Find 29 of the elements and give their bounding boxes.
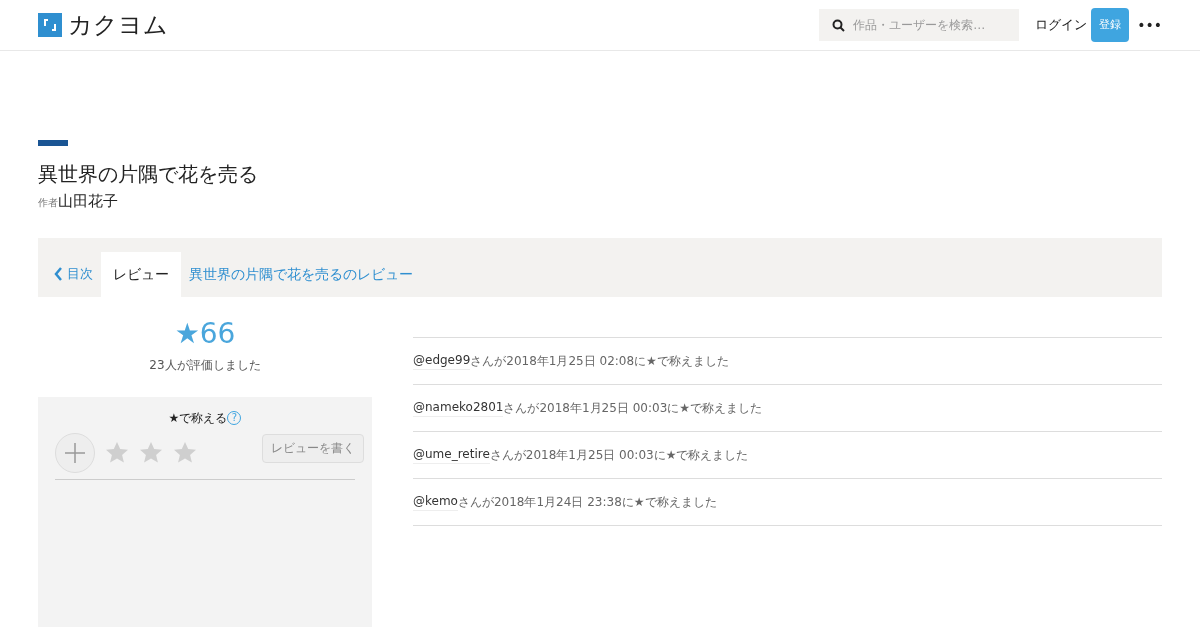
author-link[interactable]: 山田花子 bbox=[58, 190, 118, 213]
user-link[interactable]: @edge99 bbox=[413, 351, 471, 370]
star-icon[interactable] bbox=[139, 440, 163, 465]
site-logo[interactable]: カクヨム bbox=[68, 13, 168, 37]
plus-icon bbox=[65, 442, 85, 463]
logo-icon bbox=[38, 13, 62, 37]
review-text: さんが2018年1月25日 00:03に★で称えました bbox=[489, 446, 749, 464]
author-label: 作者 bbox=[38, 197, 58, 210]
accent-bar bbox=[38, 140, 68, 146]
star-score: ★66 bbox=[174, 319, 236, 348]
panel-title: ★で称える bbox=[168, 409, 228, 427]
user-link[interactable]: @kemo bbox=[413, 492, 458, 511]
chevron-left-icon bbox=[54, 266, 63, 281]
user-link[interactable]: @ume_retire bbox=[413, 445, 490, 464]
reviews-tab[interactable]: レビュー bbox=[101, 251, 181, 297]
menu-button[interactable]: ••• bbox=[1137, 18, 1162, 32]
work-title[interactable]: 異世界の片隅で花を売る bbox=[38, 161, 1162, 187]
star-rating[interactable] bbox=[105, 440, 197, 465]
review-text: さんが2018年1月25日 02:08に★で称えました bbox=[470, 352, 729, 370]
review-text: さんが2018年1月25日 00:03に★で称えました bbox=[503, 399, 763, 417]
review-text: さんが2018年1月24日 23:38に★で称えました bbox=[457, 493, 717, 511]
star-icon[interactable] bbox=[173, 440, 197, 465]
user-link[interactable]: @nameko2801 bbox=[413, 398, 504, 417]
login-link[interactable]: ログイン bbox=[1035, 15, 1088, 35]
rating-count: 23人が評価しました bbox=[149, 356, 261, 374]
add-button[interactable] bbox=[55, 432, 95, 473]
search-icon bbox=[832, 19, 846, 32]
star-icon[interactable] bbox=[105, 440, 129, 465]
search-field[interactable]: 作品・ユーザーを検索… bbox=[819, 9, 1020, 41]
